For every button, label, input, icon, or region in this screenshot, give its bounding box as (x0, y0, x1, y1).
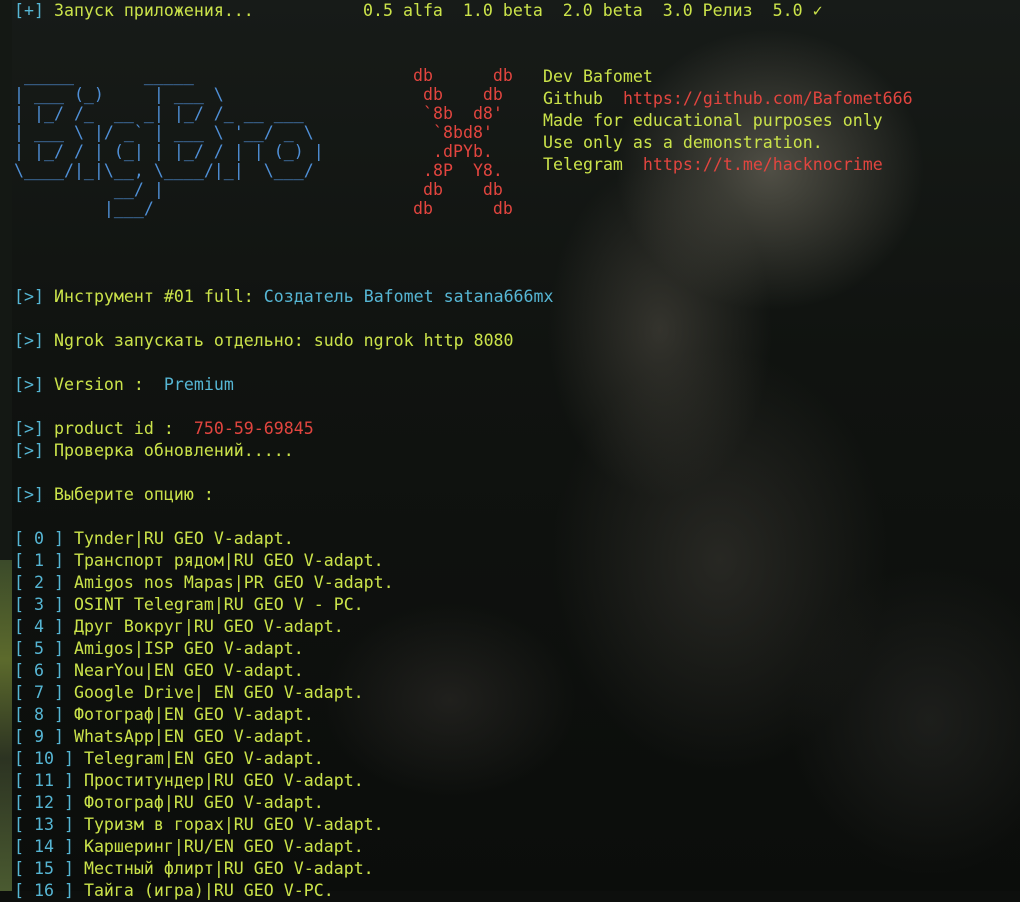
option-number: [ 6 ] (14, 661, 64, 680)
option-item[interactable]: [ 16 ] Тайга (игра)|RU GEO V-PC. (14, 880, 334, 902)
option-label: Проститундер|RU GEO V-adapt. (83, 771, 364, 790)
option-label: Google Drive| EN GEO V-adapt. (73, 683, 364, 702)
product-id-line: [>] product id : 750-59-69845 (14, 419, 314, 438)
option-number: [ 5 ] (14, 639, 64, 658)
purpose-line: Made for educational purposes only (543, 111, 883, 130)
option-item[interactable]: [ 1 ] Транспорт рядом|RU GEO V-adapt. (14, 550, 384, 572)
demo-line: Use only as a demonstration. (543, 133, 823, 152)
option-number: [ 7 ] (14, 683, 64, 702)
option-number: [ 14 ] (14, 837, 74, 856)
choose-option-prompt: [>] Выберите опцию : (14, 485, 214, 504)
option-item[interactable]: [ 7 ] Google Drive| EN GEO V-adapt. (14, 682, 364, 704)
tool-value: Создатель Bafomet satana666mx (263, 287, 554, 306)
option-item[interactable]: [ 12 ] Фотограф|RU GEO V-adapt. (14, 792, 324, 814)
ngrok-line: [>] Ngrok запускать отдельно: sudo ngrok… (14, 331, 514, 350)
option-label: Telegram|EN GEO V-adapt. (83, 749, 324, 768)
github-line: Github https://github.com/Bafomet666 (543, 88, 913, 110)
option-item[interactable]: [ 10 ] Telegram|EN GEO V-adapt. (14, 748, 324, 770)
option-number: [ 3 ] (14, 595, 64, 614)
option-label: Amigos|ISP GEO V-adapt. (73, 639, 304, 658)
option-label: Туризм в горах|RU GEO V-adapt. (83, 815, 384, 834)
product-id-value: 750-59-69845 (193, 419, 314, 438)
github-link[interactable]: https://github.com/Bafomet666 (623, 89, 913, 108)
option-number: [ 10 ] (14, 749, 74, 768)
bigbro-ascii-logo: _____ _____ | ___ (_) | ___ \ | |_/ /_ _… (14, 66, 324, 218)
option-item[interactable]: [ 14 ] Каршеринг|RU/EN GEO V-adapt. (14, 836, 364, 858)
terminal-output[interactable]: [+] Запуск приложения... 0.5 alfa 1.0 be… (0, 0, 1020, 900)
update-check-line: [>] Проверка обновлений..... (14, 441, 294, 460)
option-item[interactable]: [ 5 ] Amigos|ISP GEO V-adapt. (14, 638, 304, 660)
version-history: 0.5 alfa 1.0 beta 2.0 beta 3.0 Релиз 5.0… (363, 1, 823, 20)
option-number: [ 2 ] (14, 573, 64, 592)
option-item[interactable]: [ 6 ] NearYou|EN GEO V-adapt. (14, 660, 304, 682)
option-label: Местный флирт|RU GEO V-adapt. (83, 859, 374, 878)
option-item[interactable]: [ 0 ] Tynder|RU GEO V-adapt. (14, 528, 294, 550)
option-item[interactable]: [ 8 ] Фотограф|EN GEO V-adapt. (14, 704, 314, 726)
option-item[interactable]: [ 13 ] Туризм в горах|RU GEO V-adapt. (14, 814, 384, 836)
github-label: Github (543, 89, 603, 108)
option-item[interactable]: [ 9 ] WhatsApp|EN GEO V-adapt. (14, 726, 314, 748)
option-number: [ 9 ] (14, 727, 64, 746)
option-item[interactable]: [ 11 ] Проститундер|RU GEO V-adapt. (14, 770, 364, 792)
option-label: WhatsApp|EN GEO V-adapt. (73, 727, 314, 746)
x-ascii-art: db db db db `8b d8' `8bd8' .dPYb. .8P Y8… (413, 66, 513, 218)
option-label: Транспорт рядом|RU GEO V-adapt. (73, 551, 384, 570)
version-line: [>] Version : Premium (14, 375, 234, 394)
option-label: OSINT Telegram|RU GEO V - PC. (73, 595, 364, 614)
dev-line: Dev Bafomet (543, 67, 653, 86)
option-label: Tynder|RU GEO V-adapt. (73, 529, 294, 548)
option-number: [ 1 ] (14, 551, 64, 570)
option-number: [ 12 ] (14, 793, 74, 812)
startup-line: [+] Запуск приложения... (14, 1, 254, 20)
telegram-link[interactable]: https://t.me/hacknocrime (643, 155, 883, 174)
option-number: [ 11 ] (14, 771, 74, 790)
option-label: Фотограф|EN GEO V-adapt. (73, 705, 314, 724)
tool-line: [>] Инструмент #01 full: Создатель Bafom… (14, 287, 554, 306)
option-item[interactable]: [ 2 ] Amigos nos Mapas|PR GEO V-adapt. (14, 572, 394, 594)
option-item[interactable]: [ 15 ] Местный флирт|RU GEO V-adapt. (14, 858, 374, 880)
option-number: [ 15 ] (14, 859, 74, 878)
option-number: [ 4 ] (14, 617, 64, 636)
option-label: Друг Вокруг|RU GEO V-adapt. (73, 617, 344, 636)
option-label: Amigos nos Mapas|PR GEO V-adapt. (73, 573, 394, 592)
option-number: [ 13 ] (14, 815, 74, 834)
option-label: NearYou|EN GEO V-adapt. (73, 661, 304, 680)
option-label: Каршеринг|RU/EN GEO V-adapt. (83, 837, 364, 856)
option-number: [ 8 ] (14, 705, 64, 724)
option-item[interactable]: [ 3 ] OSINT Telegram|RU GEO V - PC. (14, 594, 364, 616)
option-number: [ 0 ] (14, 529, 64, 548)
telegram-line: Telegram https://t.me/hacknocrime (543, 154, 883, 176)
option-label: Фотограф|RU GEO V-adapt. (83, 793, 324, 812)
version-value: Premium (163, 375, 234, 394)
telegram-label: Telegram (543, 155, 623, 174)
option-item[interactable]: [ 4 ] Друг Вокруг|RU GEO V-adapt. (14, 616, 344, 638)
